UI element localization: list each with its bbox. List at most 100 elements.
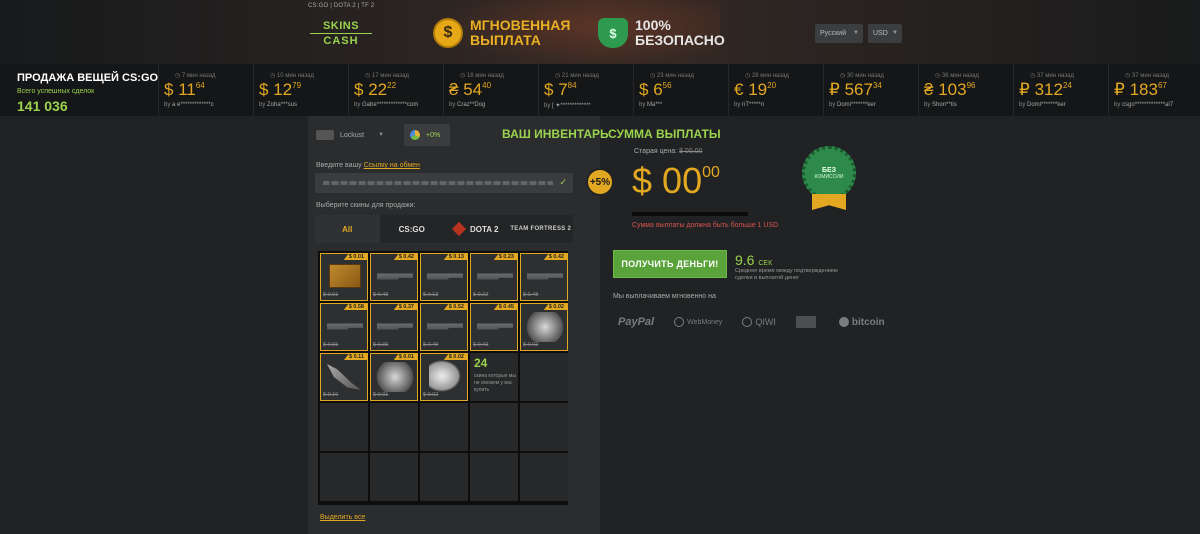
tab-csgo-label: CS:GO (398, 224, 425, 234)
game-nav[interactable]: CS:GO | DOTA 2 | TF 2 (308, 3, 374, 9)
inventory-item[interactable]: $ 0.45 $ 0.43 (470, 303, 518, 351)
sale-item: 10 мин назад$ 1279 by Zoha***sus (253, 64, 347, 116)
sale-username: Gabe*************com (362, 102, 419, 108)
bitcoin-logo: bitcoin (838, 317, 885, 328)
sale-dec: 84 (567, 81, 577, 90)
sale-price: ₽ 18367 (1114, 80, 1167, 100)
sale-username: Shon**tis (932, 102, 957, 108)
sale-price: $ 784 (544, 80, 577, 100)
sale-int: 22 (368, 80, 388, 99)
qiwi-logo: QIWI (742, 317, 776, 327)
item-old-price: $ 0.10 (323, 392, 339, 398)
sale-by: by (829, 102, 836, 108)
item-price: $ 0.52 (443, 304, 467, 310)
account-select[interactable]: Lockust ▼ (316, 125, 390, 145)
sale-time: 21 мин назад (555, 72, 599, 79)
sale-currency: ₽ (1114, 80, 1125, 99)
sale-currency: $ (354, 80, 364, 99)
sale-item: 7 мин назад$ 1164 by a e*************c (158, 64, 252, 116)
currency-value: USD (873, 30, 888, 37)
payout-amount: $ 0000 (632, 160, 720, 202)
old-price: Старая цена: $ 00.00 (634, 148, 702, 155)
tab-dota2[interactable]: DOTA 2 (444, 215, 509, 243)
inventory-item[interactable]: $ 0.02 $ 0.02 (420, 353, 468, 401)
sale-currency: $ (639, 80, 649, 99)
inventory-item[interactable]: $ 0.42 $ 0.48 (370, 253, 418, 301)
bonus-value: +0% (426, 131, 441, 139)
logo[interactable]: SKINS CASH (310, 20, 372, 47)
sale-user: by Domi*******ker (829, 102, 876, 108)
sale-item: 28 мин назад€ 1920 by nT*****n (728, 64, 822, 116)
select-all-link[interactable]: Выделить все (320, 514, 365, 521)
inventory-item[interactable]: $ 0.52 $ 0.49 (420, 303, 468, 351)
bonus-box[interactable]: +0% (404, 124, 450, 146)
inventory-item[interactable]: $ 0.42 $ 0.48 (520, 253, 568, 301)
item-price: $ 0.58 (343, 304, 367, 310)
coin-icon: $ (433, 18, 463, 48)
sale-by: by (1114, 102, 1121, 108)
tab-tf2[interactable]: TEAM FORTRESS 2 (508, 215, 573, 243)
avg-time-description: Среднее время между подтверждением сделк… (735, 268, 838, 281)
sale-username: csgo*************al7 (1122, 102, 1174, 108)
promo-instant-line2: ВЫПЛАТА (470, 32, 541, 48)
sale-by: by (924, 102, 931, 108)
language-select[interactable]: Русский ▼ (815, 24, 863, 43)
inventory-item[interactable]: $ 0.11 $ 0.10 (320, 353, 368, 401)
item-price: $ 0.01 (343, 254, 367, 260)
choose-label: Выберите скины для продажи: (316, 202, 416, 209)
sale-time: 17 мин назад (365, 72, 409, 79)
webmoney-icon (674, 317, 685, 327)
sale-price: ₴ 10396 (924, 80, 975, 100)
inventory-item[interactable]: $ 0.02 $ 0.02 (520, 303, 568, 351)
sale-user: by nT*****n (734, 102, 764, 108)
inventory-item[interactable]: $ 0.58 $ 0.55 (320, 303, 368, 351)
tab-all[interactable]: All (315, 215, 380, 243)
sale-price: € 1920 (734, 80, 776, 100)
sale-username: a e*************c (172, 102, 214, 108)
item-old-price: $ 0.13 (423, 292, 439, 298)
trade-label: Введите вашу Ссылку на обмен (316, 162, 420, 169)
item-old-price: $ 0.49 (423, 342, 439, 348)
sale-currency: € (734, 80, 744, 99)
sale-price: $ 2222 (354, 80, 396, 100)
sale-price: ₽ 56734 (829, 80, 882, 100)
inventory-item[interactable]: $ 0.23 $ 0.22 (470, 253, 518, 301)
sale-price: ₴ 5440 (449, 80, 491, 100)
empty-slot (420, 453, 468, 501)
dota-icon (451, 221, 467, 237)
payout-progress (632, 212, 748, 216)
inventory-title: ВАШ ИНВЕНТАРЬ (502, 127, 609, 141)
promo-safe: $ 100% БЕЗОПАСНО (598, 18, 725, 48)
sale-int: 312 (1034, 80, 1063, 99)
sale-item: 37 мин назад₽ 18367 by csgo*************a… (1108, 64, 1200, 116)
inventory-item[interactable]: $ 0.37 $ 0.35 (370, 303, 418, 351)
sale-time: 10 мин назад (270, 72, 314, 79)
payout-dec: 00 (702, 164, 720, 181)
sale-item: 18 мин назад₴ 5440 by Craz**Dog (443, 64, 537, 116)
tab-csgo[interactable]: CS:GO (379, 215, 444, 243)
item-old-price: $ 0.02 (423, 392, 439, 398)
item-old-price: $ 0.43 (473, 342, 489, 348)
sale-int: 7 (558, 80, 568, 99)
inventory-item[interactable]: $ 0.13 $ 0.13 (420, 253, 468, 301)
sale-item: 37 мин назад₽ 31224 by Domi*******ker (1013, 64, 1107, 116)
sale-by: by (544, 103, 551, 109)
trade-link[interactable]: Ссылку на обмен (364, 162, 420, 169)
item-price: $ 0.23 (493, 254, 517, 260)
avg-time-value: 9.6 (735, 252, 755, 268)
account-value: Lockust (340, 131, 365, 139)
sale-currency: ₴ (924, 80, 934, 99)
min-amount-warning: Сумма выплаты должна быть больше 1 USD (632, 222, 779, 229)
sale-dec: 24 (1062, 81, 1072, 90)
currency-select[interactable]: USD ▼ (868, 24, 902, 43)
sale-dec: 56 (662, 81, 672, 90)
trade-url-input[interactable]: ✓ (315, 173, 573, 193)
sale-time: 37 мин назад (1030, 72, 1074, 79)
sale-time: 37 мин назад (1125, 72, 1169, 79)
get-money-button[interactable]: ПОЛУЧИТЬ ДЕНЬГИ! (613, 250, 727, 278)
inventory-item[interactable]: $ 0.01 $ 0.01 (320, 253, 368, 301)
item-price: $ 0.02 (443, 354, 467, 360)
bonus-icon (410, 130, 420, 140)
inventory-item[interactable]: $ 0.01 $ 0.01 (370, 353, 418, 401)
sale-int: 12 (273, 80, 293, 99)
